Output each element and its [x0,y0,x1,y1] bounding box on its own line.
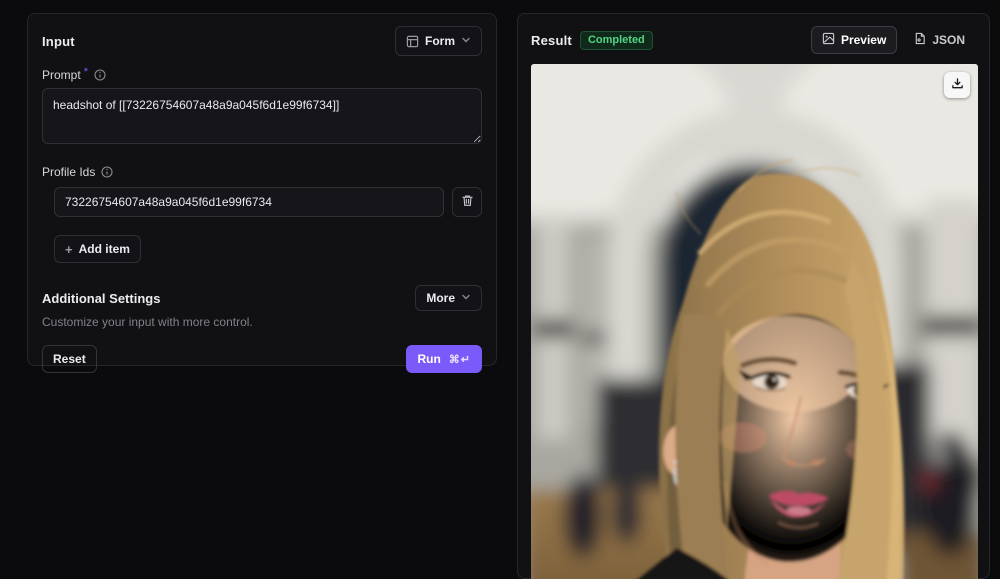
input-panel: Input Form Prompt * headshot of [[7322675… [27,13,497,373]
add-item-button[interactable]: + Add item [54,235,141,263]
json-tab[interactable]: JSON [903,26,976,54]
form-view-selector[interactable]: Form [395,26,482,56]
profile-id-row [42,187,482,217]
download-icon [951,77,964,93]
reset-label: Reset [53,352,86,366]
json-file-icon [914,32,926,48]
run-shortcut: ⌘↵ [448,353,471,366]
info-icon[interactable] [101,166,113,178]
result-title: Result [531,32,572,48]
result-panel: Result Completed Preview JSON [517,13,990,579]
additional-settings-title: Additional Settings [42,290,161,306]
input-panel-header: Input Form [42,26,482,56]
status-badge: Completed [579,30,653,50]
profile-ids-label: Profile Ids [42,165,96,179]
prompt-label-row: Prompt * [42,66,482,82]
result-header: Result Completed Preview JSON [531,26,976,54]
profile-id-input[interactable] [54,187,444,217]
preview-tab-label: Preview [840,33,887,47]
chevron-down-icon [461,291,471,305]
trash-icon [461,194,474,210]
add-item-label: Add item [78,242,130,256]
profile-ids-label-row: Profile Ids [42,165,482,179]
download-button[interactable] [944,72,970,98]
additional-settings-header: Additional Settings More [42,285,482,311]
preview-tab[interactable]: Preview [810,26,898,54]
delete-item-button[interactable] [452,187,482,217]
chevron-down-icon [461,34,471,48]
info-icon[interactable] [94,69,106,81]
form-view-label: Form [425,34,455,48]
input-footer: Reset Run ⌘↵ [42,345,482,373]
generated-photo [531,64,978,579]
prompt-label: Prompt [42,68,81,82]
prompt-input[interactable]: headshot of [[73226754607a48a9a045f6d1e9… [42,88,482,144]
reset-button[interactable]: Reset [42,345,97,373]
run-button[interactable]: Run ⌘↵ [406,345,482,373]
result-toolbar: Preview JSON [810,26,976,54]
run-label: Run [417,352,441,366]
json-tab-label: JSON [932,33,965,47]
layout-form-icon [406,35,419,48]
plus-icon: + [65,241,73,257]
additional-settings-description: Customize your input with more control. [42,315,253,329]
more-label: More [426,291,455,305]
image-preview-icon [822,32,835,48]
required-mark: * [83,66,88,78]
more-settings-button[interactable]: More [415,285,482,311]
result-image[interactable] [531,64,978,579]
input-panel-title: Input [42,33,75,49]
